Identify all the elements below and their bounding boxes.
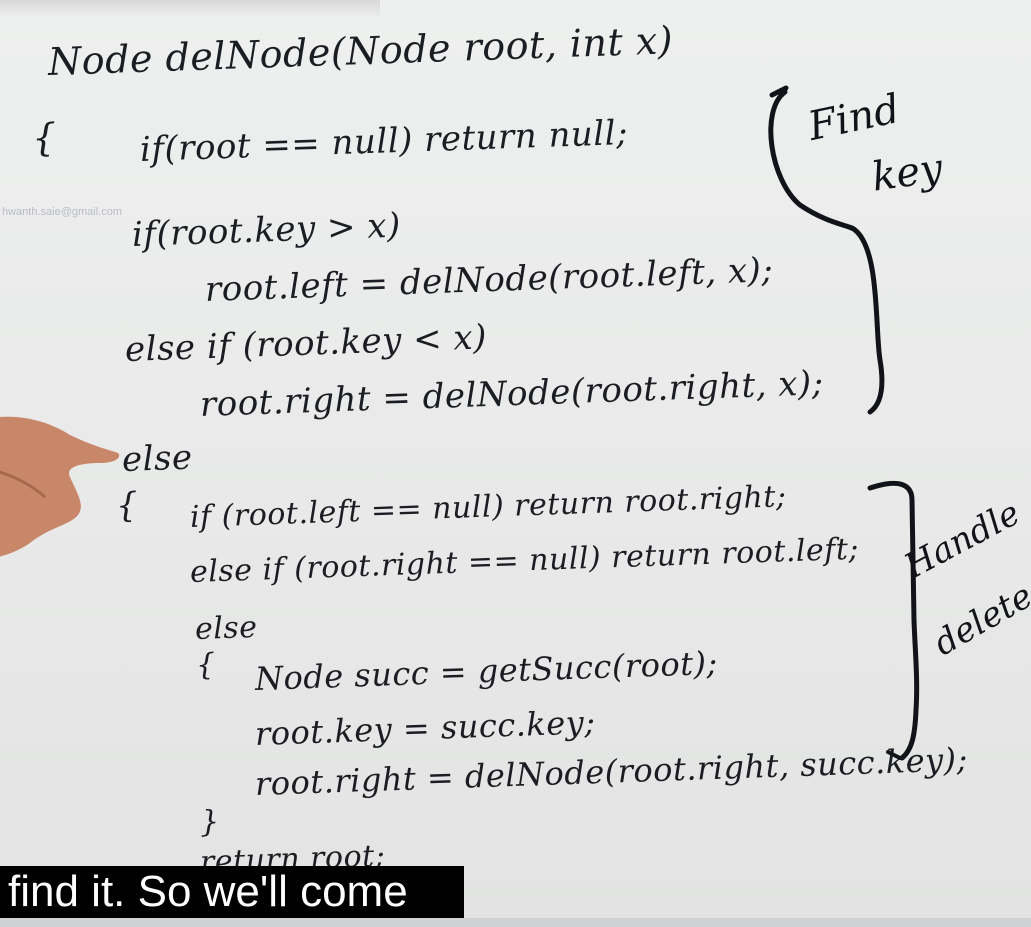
whiteboard: hwanth.saie@gmail.com Node delNode(Node … [0,0,1031,927]
subtitle-caption: find it. So we'll come [0,866,464,918]
subtitle-text: find it. So we'll come [8,867,408,916]
video-bottom-bar [0,918,1031,927]
note-key: key [869,145,946,201]
handle-delete-bracket-tick [886,750,902,760]
annotation-braces [768,85,920,761]
handle-delete-bracket [867,480,920,761]
presenter-hand [0,416,120,557]
